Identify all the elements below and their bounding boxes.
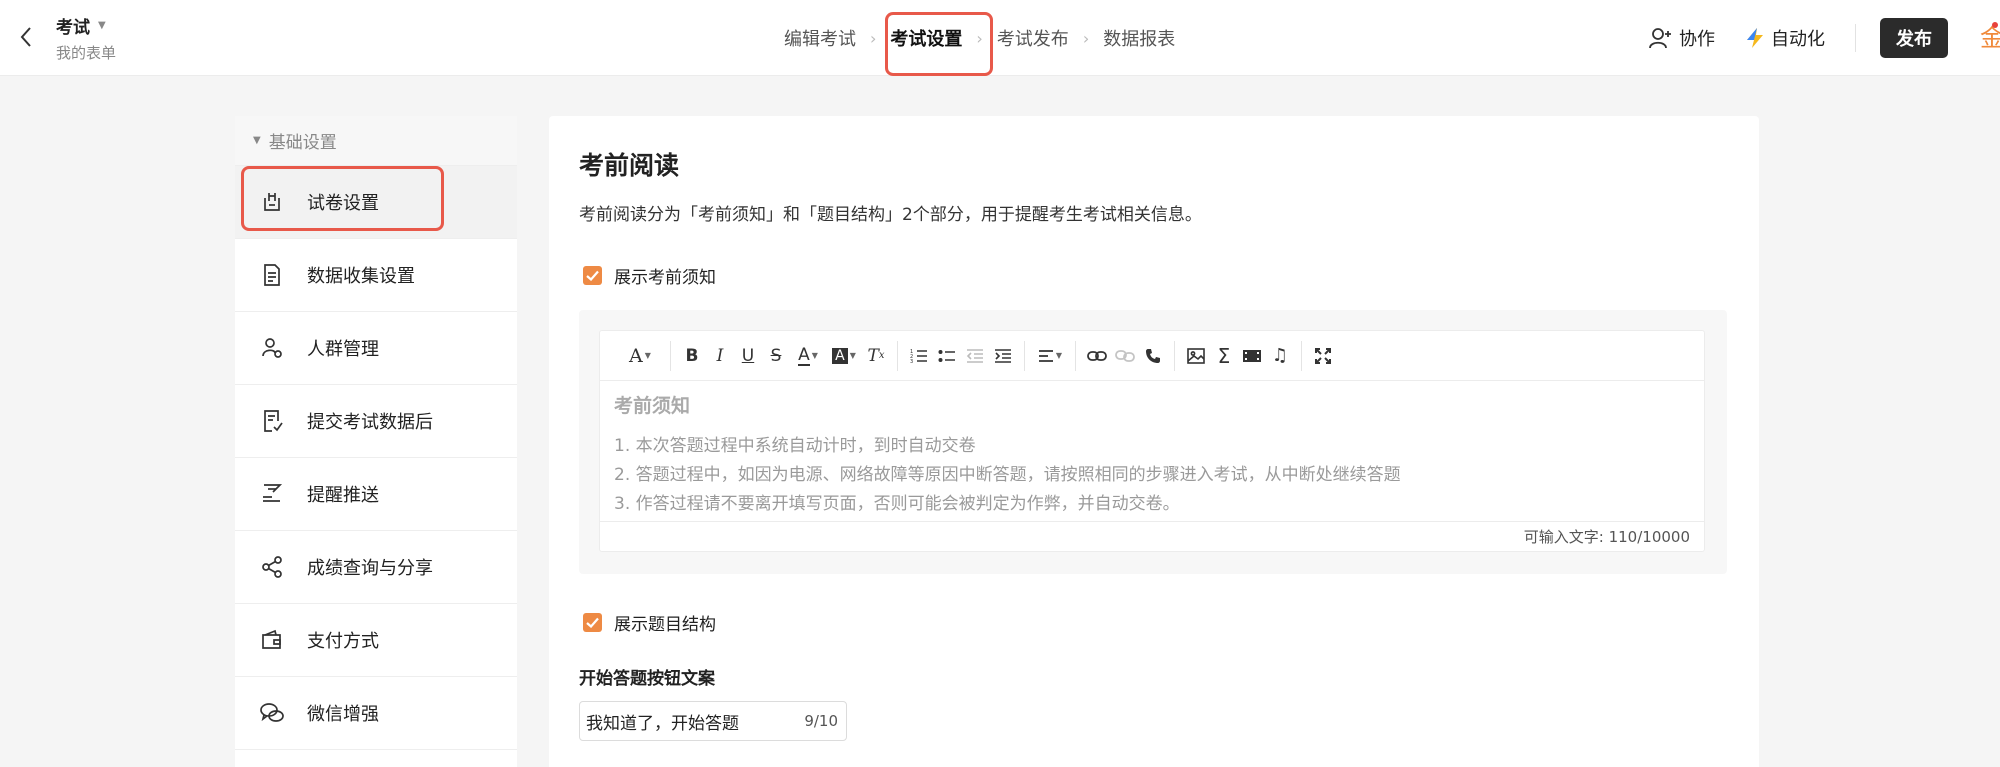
editor-heading: 考前须知 <box>614 395 691 417</box>
image-icon[interactable] <box>1183 342 1209 370</box>
sidebar-item-label: 提交考试数据后 <box>307 412 433 433</box>
editor-content[interactable]: 考前须知 1. 本次答题过程中系统自动计时，到时自动交卷 2. 答题过程中，如因… <box>600 381 1704 519</box>
bold-icon[interactable]: B <box>679 342 705 370</box>
show-notice-checkbox[interactable]: 展示考前须知 <box>583 263 716 288</box>
rich-text-editor[interactable]: A ▼ B I U S A ▼ A ▼ Tx 123 ▼ Σ ♫ 考前须知 1.… <box>599 330 1705 552</box>
section-title: 考前阅读 <box>579 151 680 180</box>
show-structure-checkbox[interactable]: 展示题目结构 <box>583 610 716 635</box>
svg-text:3: 3 <box>910 359 913 364</box>
clear-format-icon[interactable]: Tx <box>863 342 889 370</box>
collab-label: 协作 <box>1679 29 1715 50</box>
sidebar-item-data-collection[interactable]: 数据收集设置 <box>235 239 517 312</box>
indent-icon[interactable] <box>990 342 1016 370</box>
wechat-icon <box>259 700 285 726</box>
input-value: 我知道了，开始答题 <box>586 713 739 734</box>
italic-icon[interactable]: I <box>707 342 733 370</box>
strikethrough-icon[interactable]: S <box>763 342 789 370</box>
section-description: 考前阅读分为「考前须知」和「题目结构」2个部分，用于提醒考生考试相关信息。 <box>579 205 1202 225</box>
automation-label: 自动化 <box>1771 29 1825 50</box>
formula-icon[interactable]: Σ <box>1211 342 1237 370</box>
submit-check-icon <box>259 408 285 434</box>
font-color-icon[interactable]: A ▼ <box>791 342 825 370</box>
checkbox-checked-icon <box>583 613 602 632</box>
unlink-icon[interactable] <box>1112 342 1138 370</box>
user-group-icon <box>259 335 285 361</box>
share-icon <box>259 554 285 580</box>
sidebar-item-score-share[interactable]: 成绩查询与分享 <box>235 531 517 604</box>
sidebar-item-label: 数据收集设置 <box>307 266 415 287</box>
sidebar-group-label: 基础设置 <box>268 133 337 153</box>
step-edit-exam[interactable]: 编辑考试 <box>770 25 870 51</box>
step-exam-publish[interactable]: 考试发布 <box>983 25 1083 51</box>
input-char-count: 9/10 <box>804 712 838 730</box>
vip-text: 金 <box>1980 24 2000 52</box>
editor-line: 3. 作答过程请不要离开填写页面，否则可能会被判定为作弊，并自动交卷。 <box>614 494 1180 514</box>
start-button-text-label: 开始答题按钮文案 <box>579 669 715 689</box>
char-counter: 可输入文字: 110/10000 <box>600 521 1704 551</box>
bullet-list-icon[interactable] <box>934 342 960 370</box>
editor-container: A ▼ B I U S A ▼ A ▼ Tx 123 ▼ Σ ♫ 考前须知 1.… <box>579 310 1727 574</box>
sidebar-item-payment[interactable]: 支付方式 <box>235 604 517 677</box>
document-icon <box>259 262 285 288</box>
checkbox-label: 展示题目结构 <box>614 615 716 635</box>
sidebar-item-label: 微信增强 <box>307 704 379 725</box>
vip-badge[interactable]: 金 <box>1980 18 2000 58</box>
header-actions: 协作 自动化 发布 金 <box>1649 0 2000 76</box>
start-button-text-input[interactable]: 我知道了，开始答题 9/10 <box>579 701 847 741</box>
video-icon[interactable] <box>1239 342 1265 370</box>
sidebar-item-audience[interactable]: 人群管理 <box>235 312 517 385</box>
sidebar-item-wechat[interactable]: 微信增强 <box>235 677 517 750</box>
ordered-list-icon[interactable]: 123 <box>906 342 932 370</box>
sidebar-group-basic[interactable]: ▼ 基础设置 <box>235 116 517 166</box>
caret-down-icon: ▼ <box>98 20 106 31</box>
editor-toolbar: A ▼ B I U S A ▼ A ▼ Tx 123 ▼ Σ ♫ <box>600 331 1704 381</box>
notification-icon <box>259 481 285 507</box>
checkbox-checked-icon <box>583 266 602 285</box>
chevron-left-icon <box>20 27 31 47</box>
sidebar-item-reminder[interactable]: 提醒推送 <box>235 458 517 531</box>
editor-line: 1. 本次答题过程中系统自动计时，到时自动交卷 <box>614 436 976 456</box>
sidebar-item-label: 成绩查询与分享 <box>307 558 433 579</box>
step-data-report[interactable]: 数据报表 <box>1089 25 1189 51</box>
sidebar-item-label: 人群管理 <box>307 339 379 360</box>
underline-icon[interactable]: U <box>735 342 761 370</box>
audio-icon[interactable]: ♫ <box>1267 342 1293 370</box>
editor-line: 2. 答题过程中，如因为电源、网络故障等原因中断答题，请按照相同的步骤进入考试，… <box>614 465 1401 485</box>
sidebar-item-label: 支付方式 <box>307 631 379 652</box>
collab-button[interactable]: 协作 <box>1649 25 1715 51</box>
highlight-box-step <box>885 12 993 76</box>
phone-icon[interactable] <box>1140 342 1166 370</box>
settings-panel: 考前阅读 考前阅读分为「考前须知」和「题目结构」2个部分，用于提醒考生考试相关信… <box>549 116 1759 767</box>
automation-button[interactable]: 自动化 <box>1745 25 1825 51</box>
header-divider <box>1855 24 1856 52</box>
form-title[interactable]: 考试 ▼ <box>56 13 106 38</box>
sidebar-item-label: 提醒推送 <box>307 485 379 506</box>
form-title-text: 考试 <box>56 18 90 38</box>
add-user-icon <box>1649 28 1671 49</box>
link-icon[interactable] <box>1084 342 1110 370</box>
sidebar-item-after-submit[interactable]: 提交考试数据后 <box>235 385 517 458</box>
caret-down-icon: ▼ <box>253 135 261 146</box>
form-subtitle: 我的表单 <box>56 44 117 62</box>
lightning-icon <box>1747 28 1763 48</box>
outdent-icon[interactable] <box>962 342 988 370</box>
font-size-icon[interactable]: A ▼ <box>618 342 662 370</box>
top-header: 考试 ▼ 我的表单 编辑考试 › 考试设置 › 考试发布 › 数据报表 协作 自… <box>0 0 2000 76</box>
highlight-box-sidebar <box>241 166 444 231</box>
checkbox-label: 展示考前须知 <box>614 268 716 288</box>
publish-button[interactable]: 发布 <box>1880 18 1948 58</box>
fullscreen-icon[interactable] <box>1310 342 1336 370</box>
wallet-icon <box>259 627 285 653</box>
notification-dot <box>1992 22 1998 28</box>
back-button[interactable] <box>14 22 38 52</box>
highlight-color-icon[interactable]: A ▼ <box>827 342 861 370</box>
align-icon[interactable]: ▼ <box>1033 342 1067 370</box>
